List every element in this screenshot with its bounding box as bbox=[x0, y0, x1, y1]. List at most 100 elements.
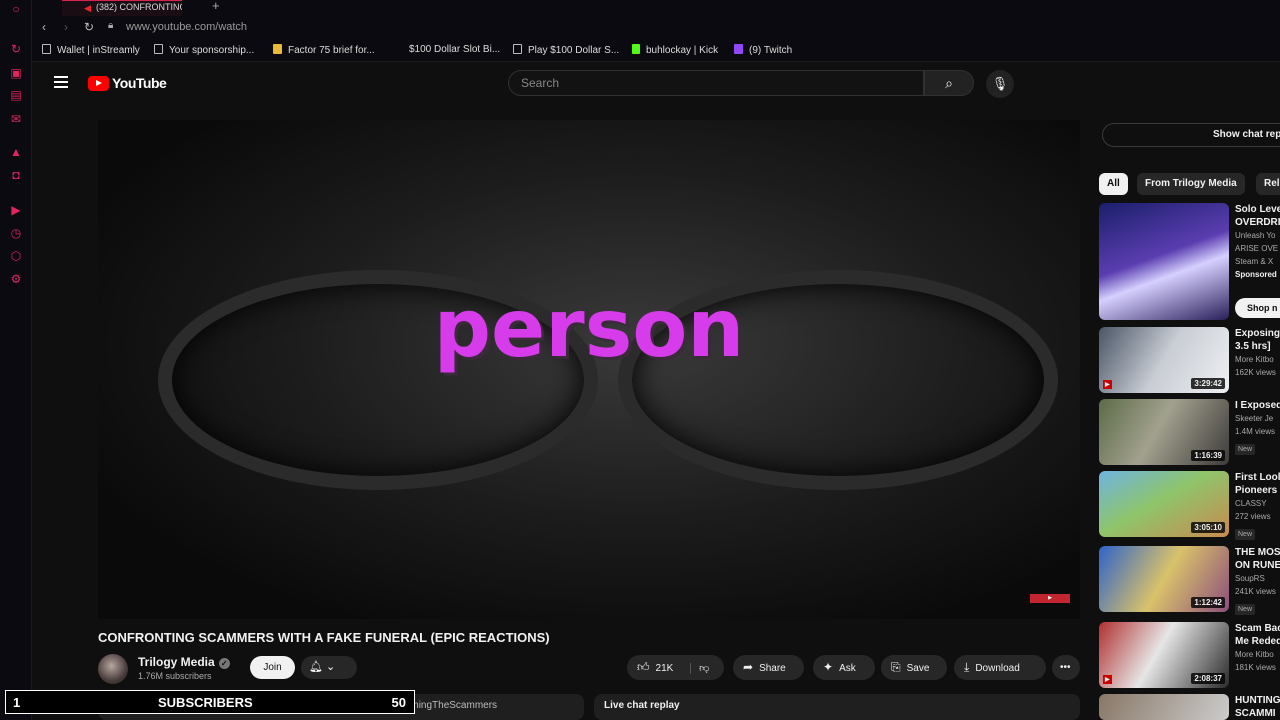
chat-icon[interactable]: ◘ bbox=[9, 168, 23, 182]
video-thumbnail[interactable]: 3:05:10 bbox=[1099, 471, 1229, 537]
video-thumbnail[interactable]: ▶ 3:29:42 bbox=[1099, 327, 1229, 393]
notification-bell-button[interactable]: 🔔︎ ⌄ bbox=[301, 656, 357, 679]
bookmark-label: (9) Twitch bbox=[749, 45, 793, 56]
show-chat-replay-button[interactable]: Show chat rep bbox=[1102, 123, 1280, 147]
video-thumbnail[interactable]: ▶ 2:08:37 bbox=[1099, 622, 1229, 688]
like-count[interactable]: 21K bbox=[656, 663, 674, 674]
page-icon bbox=[42, 44, 51, 54]
recommendation-text[interactable]: THE MOS ON RUNE SoupRS 241K views New bbox=[1235, 546, 1280, 616]
history-icon[interactable]: ◷ bbox=[9, 226, 23, 240]
rec-meta: 241K views bbox=[1235, 587, 1276, 596]
rec-meta: 162K views bbox=[1235, 368, 1276, 377]
more-options-icon[interactable]: ••• bbox=[1052, 655, 1080, 680]
bookmark-item[interactable]: (9) Twitch bbox=[734, 44, 792, 56]
bookmark-item[interactable]: buhlockay | Kick bbox=[632, 44, 718, 56]
thumbnail-caption: ▶ bbox=[1103, 675, 1112, 684]
shop-now-button[interactable]: Shop n bbox=[1235, 298, 1280, 318]
rec-title: Me Reded bbox=[1235, 636, 1280, 647]
video-title: CONFRONTING SCAMMERS WITH A FAKE FUNERAL… bbox=[98, 630, 550, 645]
video-thumbnail[interactable]: 1:12:42 bbox=[1099, 546, 1229, 612]
new-tab-icon[interactable]: + bbox=[212, 0, 220, 13]
thumbnail-caption: ▶ bbox=[1103, 380, 1112, 389]
video-caption-word: person bbox=[433, 282, 745, 375]
share-label: Share bbox=[759, 663, 786, 674]
share-button[interactable]: ➦ Share bbox=[733, 655, 804, 680]
ask-button[interactable]: ✦ Ask bbox=[813, 655, 875, 680]
news-icon[interactable]: ▤ bbox=[9, 88, 23, 102]
settings-icon[interactable]: ⚙ bbox=[9, 272, 23, 286]
youtube-header: YouTube Search ⌕ 🎙︎ bbox=[32, 62, 1280, 106]
rec-meta: More Kitbo bbox=[1235, 355, 1274, 364]
url-field[interactable]: www.youtube.com/watch bbox=[126, 21, 247, 33]
back-icon[interactable]: ‹ bbox=[42, 20, 46, 34]
bookmark-label: Your sponsorship... bbox=[169, 45, 255, 56]
bookmark-item[interactable]: $100 Dollar Slot Bi... bbox=[409, 44, 500, 55]
mail-icon[interactable]: ✉ bbox=[9, 112, 23, 126]
subscriber-count: 1.76M subscribers bbox=[138, 671, 212, 681]
tab-title: (382) CONFRONTING bbox=[96, 2, 182, 12]
ad-thumbnail[interactable] bbox=[1099, 203, 1229, 320]
microphone-icon[interactable]: 🎙︎ bbox=[986, 70, 1014, 98]
extension-icon[interactable]: ⬡ bbox=[9, 249, 23, 263]
ask-label: Ask bbox=[839, 663, 856, 674]
tab-active[interactable]: ◀ (382) CONFRONTING bbox=[62, 0, 182, 16]
lock-icon[interactable]: 🔒︎ bbox=[108, 20, 113, 31]
chip-all[interactable]: All bbox=[1099, 173, 1128, 195]
search-icon[interactable]: ⌕ bbox=[924, 70, 974, 96]
rec-title: First Lool bbox=[1235, 472, 1280, 483]
video-duration: 3:29:42 bbox=[1191, 378, 1225, 389]
video-duration: 1:16:39 bbox=[1191, 450, 1225, 461]
rec-title: SCAMMI bbox=[1235, 708, 1276, 719]
thumbs-up-icon[interactable]: 👍︎ bbox=[637, 660, 650, 674]
save-button[interactable]: ⎘ Save bbox=[881, 655, 947, 680]
channel-name[interactable]: Trilogy Media ✓ bbox=[138, 655, 230, 669]
rec-title: HUNTING bbox=[1235, 695, 1280, 706]
rec-meta: 272 views bbox=[1235, 512, 1271, 521]
hamburger-menu-icon[interactable] bbox=[54, 76, 68, 88]
twitch-icon bbox=[734, 44, 743, 54]
recommendation-text[interactable]: Solo Leve OVERDRI Unleash Yo ARISE OVE S… bbox=[1235, 203, 1280, 281]
recommendation-text[interactable]: I Exposed Skeeter Je 1.4M views New bbox=[1235, 399, 1280, 456]
rec-meta: More Kitbo bbox=[1235, 650, 1274, 659]
video-thumbnail[interactable]: 1:16:39 bbox=[1099, 399, 1229, 465]
shop-icon[interactable]: ▣ bbox=[9, 66, 23, 80]
download-label: Download bbox=[975, 663, 1020, 674]
bookmark-item[interactable]: Wallet | inStreamly bbox=[42, 44, 140, 56]
video-duration: 3:05:10 bbox=[1191, 522, 1225, 533]
opera-logo-icon[interactable]: ○ bbox=[9, 2, 23, 16]
bell-icon: 🔔︎ bbox=[309, 661, 323, 673]
search-input[interactable]: Search bbox=[508, 70, 924, 96]
forward-icon[interactable]: › bbox=[64, 20, 68, 34]
channel-avatar[interactable] bbox=[98, 654, 128, 684]
chip-from-channel[interactable]: From Trilogy Media bbox=[1137, 173, 1245, 195]
join-button[interactable]: Join bbox=[250, 656, 295, 679]
recommendation-text[interactable]: First Lool Pioneers CLASSY 272 views New bbox=[1235, 471, 1280, 541]
live-chat-replay[interactable]: Live chat replay bbox=[594, 694, 1080, 720]
bookmark-item[interactable]: Play $100 Dollar S... bbox=[513, 44, 619, 56]
bookmark-item[interactable]: Factor 75 brief for... bbox=[273, 44, 375, 56]
spaces-icon[interactable]: ▲ bbox=[9, 145, 23, 159]
recommendation-text[interactable]: Exposing 3.5 hrs] More Kitbo 162K views bbox=[1235, 327, 1280, 379]
subscribe-watermark[interactable]: ▶ bbox=[1030, 594, 1070, 603]
share-icon: ➦ bbox=[743, 660, 754, 674]
sparkle-icon: ✦ bbox=[823, 660, 834, 674]
chip-related[interactable]: Rel bbox=[1256, 173, 1280, 195]
refresh-icon[interactable]: ↻ bbox=[9, 42, 23, 56]
bookmark-label: buhlockay | Kick bbox=[646, 45, 719, 56]
youtube-logo[interactable]: YouTube bbox=[88, 75, 167, 91]
download-button[interactable]: ⤓ Download bbox=[954, 655, 1046, 680]
recommendation-text[interactable]: HUNTING SCAMMI bbox=[1235, 694, 1280, 720]
recommendation-text[interactable]: Scam Bac Me Reded More Kitbo 181K views bbox=[1235, 622, 1280, 674]
kick-icon bbox=[632, 44, 640, 54]
reload-icon[interactable]: ↻ bbox=[84, 20, 94, 34]
rec-meta: SoupRS bbox=[1235, 574, 1265, 583]
bookmarks-bar: Wallet | inStreamly Your sponsorship... … bbox=[32, 40, 1280, 62]
thumbs-down-icon[interactable]: 👎︎ bbox=[690, 663, 710, 674]
youtube-play-icon bbox=[88, 75, 109, 91]
player-icon[interactable]: ▶ bbox=[9, 203, 23, 217]
rec-meta: ARISE OVE bbox=[1235, 244, 1279, 253]
video-player[interactable]: person ▶ bbox=[98, 120, 1080, 619]
video-thumbnail[interactable] bbox=[1099, 694, 1229, 720]
save-label: Save bbox=[906, 663, 930, 674]
bookmark-item[interactable]: Your sponsorship... bbox=[154, 44, 254, 56]
